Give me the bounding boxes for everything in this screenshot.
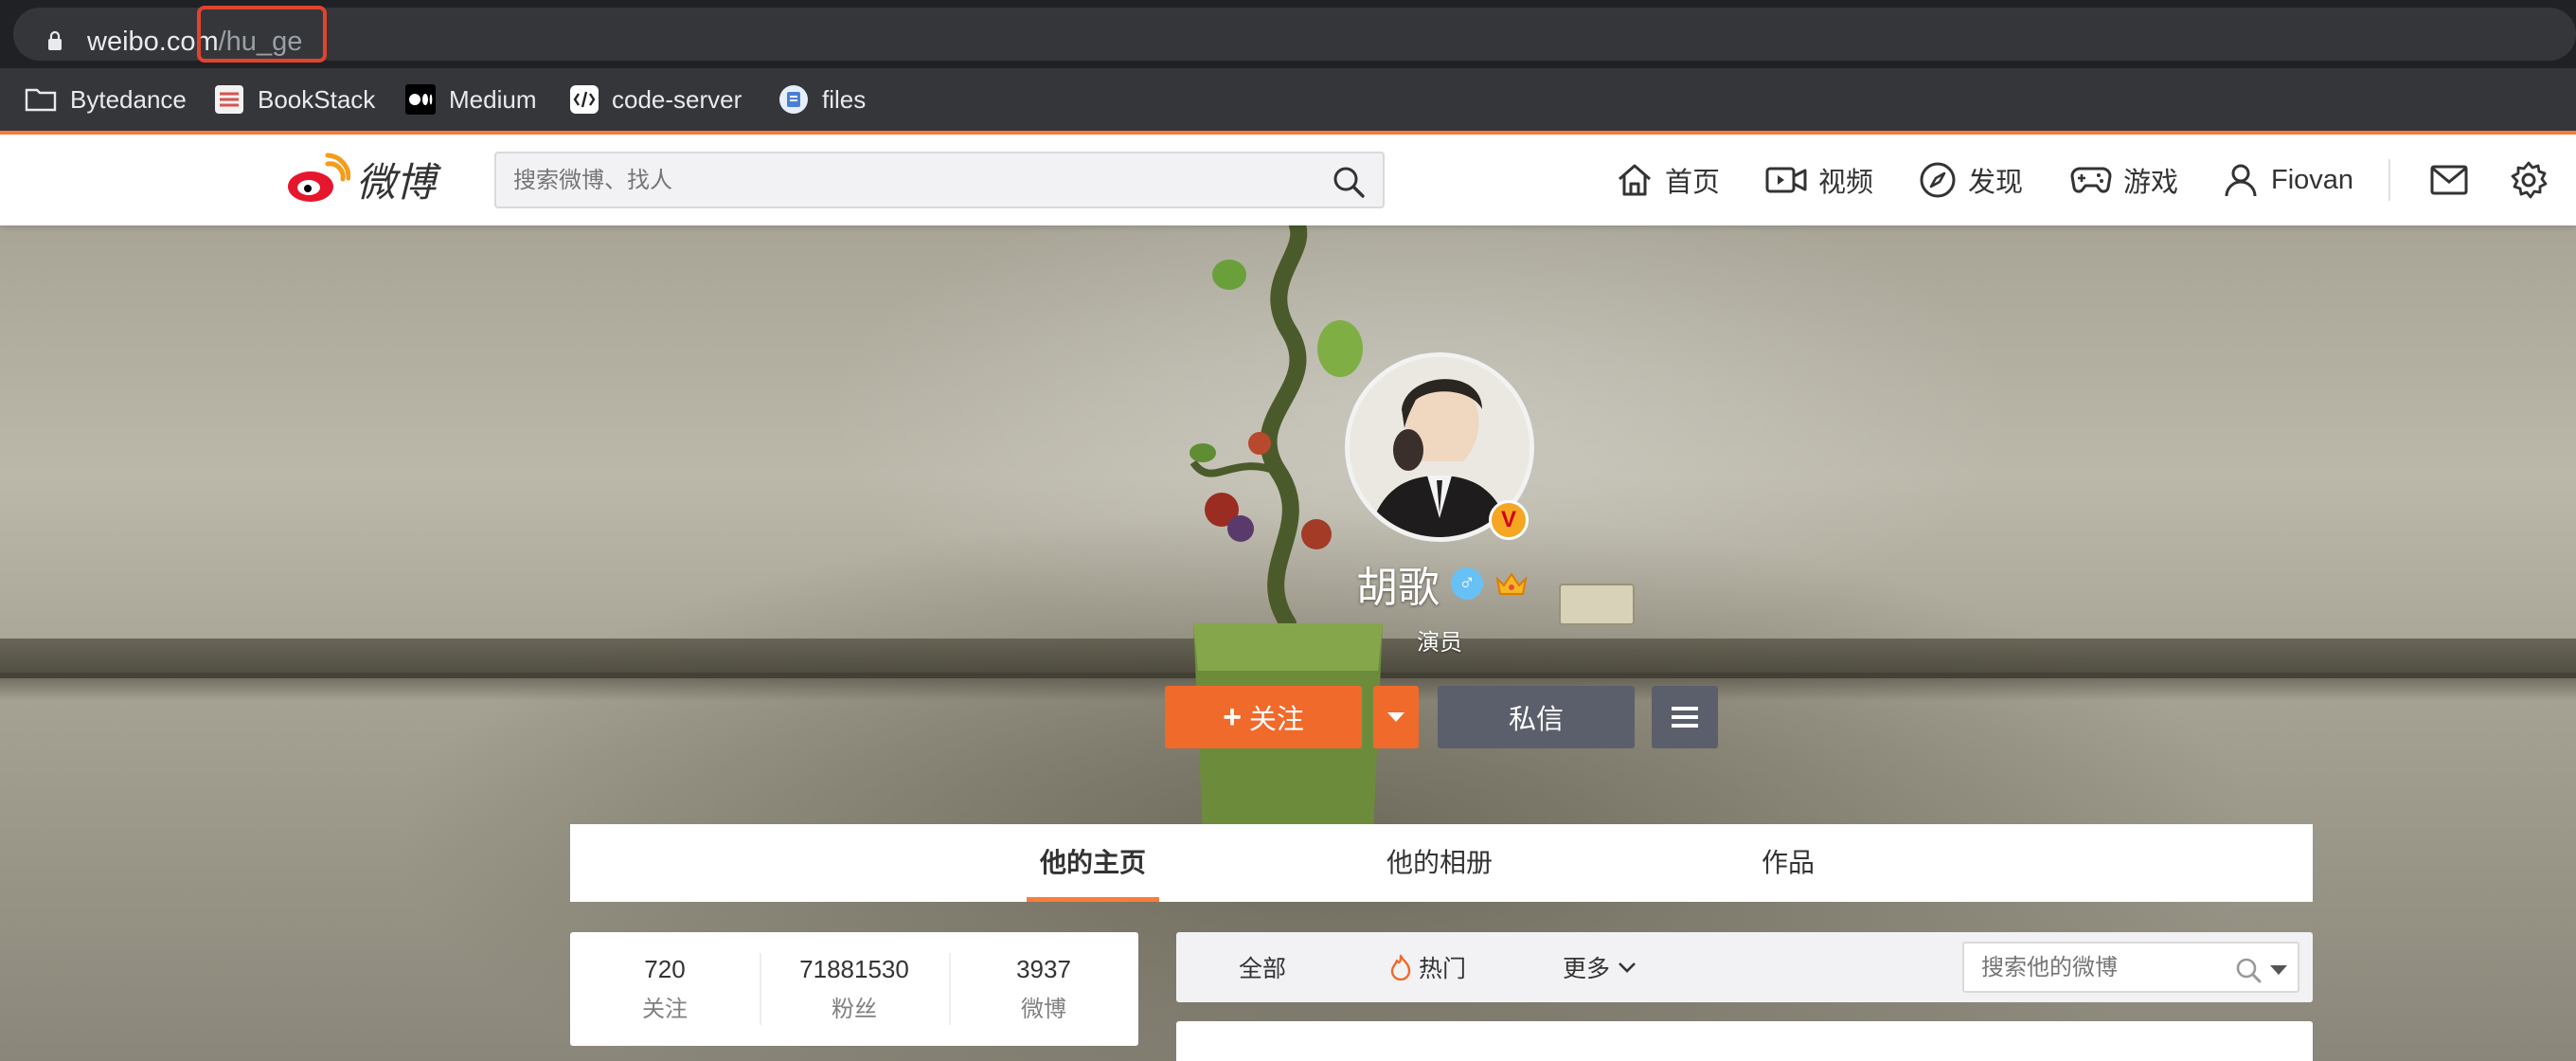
bookmark-medium[interactable]: Medium xyxy=(405,81,536,117)
bookmark-bytedance[interactable]: Bytedance xyxy=(25,81,187,117)
bookstack-icon xyxy=(215,85,243,114)
feed-filter-hot-label: 热门 xyxy=(1419,956,1467,982)
user-icon xyxy=(2225,164,2257,197)
nav-games-label: 游戏 xyxy=(2123,168,2179,198)
weibo-top-nav: 微博 首页 视频 发现 游戏 xyxy=(0,135,2576,225)
discover-compass-icon xyxy=(1920,162,1956,198)
nav-mail[interactable] xyxy=(2430,155,2468,205)
tab-album[interactable]: 他的相册 xyxy=(1364,824,1515,902)
message-button[interactable]: 私信 xyxy=(1438,686,1635,748)
tab-works[interactable]: 作品 xyxy=(1741,824,1835,902)
nav-divider xyxy=(2388,159,2390,201)
files-icon xyxy=(779,85,808,114)
gamepad-icon xyxy=(2070,167,2112,193)
bookmark-label: Bytedance xyxy=(70,84,187,114)
follow-button[interactable]: + 关注 xyxy=(1165,686,1362,748)
bookmark-label: BookStack xyxy=(258,84,376,114)
feed-search-box[interactable] xyxy=(1962,942,2299,993)
search-icon[interactable] xyxy=(1332,165,1366,199)
menu-icon xyxy=(1672,707,1698,728)
url-field[interactable]: weibo.com/hu_ge xyxy=(13,8,2576,61)
verified-badge-icon: V xyxy=(1489,500,1529,540)
feed-filter-all-label: 全部 xyxy=(1239,956,1287,982)
stat-followers-label: 粉丝 xyxy=(832,997,877,1022)
stat-followers[interactable]: 71881530 粉丝 xyxy=(760,932,949,1046)
weibo-search-box[interactable] xyxy=(494,152,1385,208)
profile-tabs: 他的主页 他的相册 作品 xyxy=(570,824,2313,902)
weibo-eye-icon xyxy=(288,153,350,202)
bookmark-label: code-server xyxy=(612,84,742,114)
feed-search-input[interactable] xyxy=(1981,953,2218,983)
nav-user-label: Fiovan xyxy=(2271,164,2354,195)
bookmark-files[interactable]: files xyxy=(778,81,866,117)
stat-posts-label: 微博 xyxy=(1021,997,1066,1022)
stat-following-label: 关注 xyxy=(642,997,688,1022)
feed-filter-bar: 全部 热门 更多 xyxy=(1176,932,2313,1002)
feed-filter-hot[interactable]: 热门 xyxy=(1390,932,1466,1002)
plus-icon: + xyxy=(1223,698,1242,735)
profile-description: 演员 xyxy=(1417,630,1462,656)
follow-options-dropdown[interactable] xyxy=(1373,686,1419,748)
nav-video-label: 视频 xyxy=(1818,168,1874,198)
bookmark-code-server[interactable]: code-server xyxy=(570,81,742,117)
weibo-search-input[interactable] xyxy=(513,163,1309,199)
browser-address-bar: weibo.com/hu_ge xyxy=(0,0,2576,68)
cover-wall-socket xyxy=(1559,584,1635,625)
nav-video[interactable]: 视频 xyxy=(1765,155,1873,205)
medium-icon xyxy=(405,84,436,115)
nav-home-label: 首页 xyxy=(1665,168,1721,198)
stat-following-count: 720 xyxy=(644,955,686,983)
stat-following[interactable]: 720 关注 xyxy=(570,932,760,1046)
chevron-down-icon xyxy=(1619,962,1636,973)
home-icon xyxy=(1619,164,1651,196)
more-options-button[interactable] xyxy=(1652,686,1718,748)
weibo-logo[interactable]: 微博 xyxy=(284,148,436,210)
search-icon[interactable] xyxy=(2235,957,2262,983)
nav-settings[interactable] xyxy=(2510,155,2548,205)
gear-icon xyxy=(2511,161,2548,199)
member-crown-icon[interactable] xyxy=(1494,569,1529,598)
logo-text: 微博 xyxy=(356,158,437,206)
nav-discover-label: 发现 xyxy=(1968,168,2024,198)
follow-label: 关注 xyxy=(1248,705,1304,735)
bookmarks-bar: Bytedance BookStack Medium code-server f… xyxy=(0,68,2576,131)
caret-down-icon[interactable] xyxy=(2269,964,2288,976)
feed-filter-more[interactable]: 更多 xyxy=(1563,932,1637,1002)
nav-user[interactable]: Fiovan xyxy=(2222,155,2353,205)
mail-icon xyxy=(2430,165,2468,195)
video-icon xyxy=(1765,167,1807,193)
folder-icon xyxy=(25,88,57,112)
bookmark-bookstack[interactable]: BookStack xyxy=(214,81,375,117)
nav-discover[interactable]: 发现 xyxy=(1919,155,2023,205)
stat-posts-count: 3937 xyxy=(1016,955,1071,983)
nav-home[interactable]: 首页 xyxy=(1616,155,1720,205)
bookmark-label: files xyxy=(822,84,867,114)
profile-name-row: 胡歌 ♂ xyxy=(1356,557,1529,611)
lock-icon xyxy=(48,30,62,50)
url-path-highlight-box xyxy=(197,6,327,63)
male-gender-icon: ♂ xyxy=(1451,567,1483,600)
message-label: 私信 xyxy=(1508,705,1564,735)
feed-post-card xyxy=(1176,1021,2313,1061)
stat-posts[interactable]: 3937 微博 xyxy=(949,932,1138,1046)
bookmark-label: Medium xyxy=(449,84,537,114)
profile-stats-card: 720 关注 71881530 粉丝 3937 微博 xyxy=(570,932,1138,1046)
feed-filter-more-label: 更多 xyxy=(1563,956,1611,982)
code-server-icon xyxy=(570,85,599,114)
active-tab-underline xyxy=(1027,897,1159,902)
nav-games[interactable]: 游戏 xyxy=(2070,155,2178,205)
stat-followers-count: 71881530 xyxy=(799,955,909,983)
caret-down-icon xyxy=(1387,712,1404,722)
tab-home[interactable]: 他的主页 xyxy=(1027,824,1159,902)
profile-name: 胡歌 xyxy=(1356,565,1440,611)
flame-icon xyxy=(1390,954,1411,980)
feed-filter-all[interactable]: 全部 xyxy=(1239,932,1286,1002)
